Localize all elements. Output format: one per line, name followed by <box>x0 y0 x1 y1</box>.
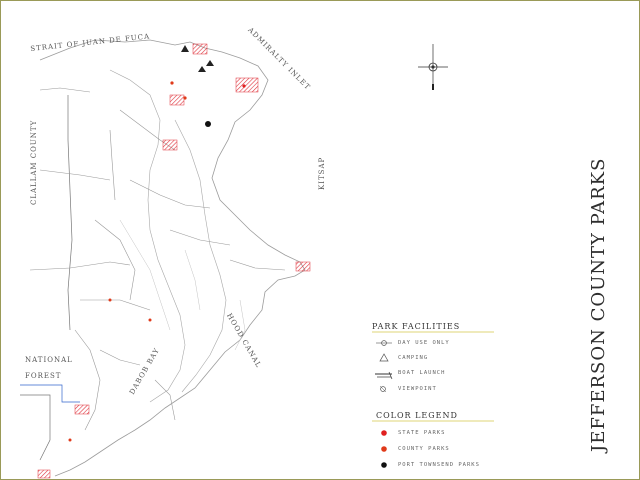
park-area <box>74 404 90 415</box>
county-map <box>20 39 494 479</box>
legend-port-townsend-parks-label: PORT TOWNSEND PARKS <box>398 462 480 468</box>
camping-icon <box>379 353 389 362</box>
legend-facility-icons <box>375 340 393 393</box>
park-area <box>235 77 259 93</box>
camping-icon <box>198 66 206 72</box>
county-park-marker <box>183 96 187 100</box>
port-townsend-park-marker <box>205 121 211 127</box>
park-area <box>169 94 185 106</box>
legend-boat-launch-label: BOAT LAUNCH <box>398 370 446 376</box>
county-park-marker <box>108 298 112 302</box>
park-area <box>192 43 208 55</box>
park-area <box>295 261 311 272</box>
county-parks-dot <box>381 446 387 452</box>
legend-camping-label: CAMPING <box>398 355 429 361</box>
county-park-marker <box>148 318 152 322</box>
county-park-marker <box>170 81 174 85</box>
state-park-marker <box>242 84 246 88</box>
west-boundary <box>67 95 73 331</box>
national-forest-label: NATIONAL FOREST <box>25 352 73 384</box>
map-title: JEFFERSON COUNTY PARKS <box>588 157 609 452</box>
hood-canal-shore <box>174 119 227 393</box>
legend-county-parks-label: COUNTY PARKS <box>398 446 450 452</box>
state-parks-dot <box>381 430 387 436</box>
camping-icon <box>181 45 189 52</box>
camping-icon <box>206 60 214 66</box>
map-page: STRAIT OF JUAN DE FUCA ADMIRALTY INLET C… <box>0 0 640 480</box>
legend-color-dots <box>381 430 387 468</box>
compass-rose-icon <box>418 44 448 90</box>
park-facilities-heading: PARK FACILITIES <box>372 322 461 331</box>
port-townsend-parks-dot <box>381 462 387 468</box>
kitsap-label: KITSAP <box>318 156 326 190</box>
color-legend-heading: COLOR LEGEND <box>376 411 458 420</box>
clallam-label: CLALLAM COUNTY <box>30 119 38 205</box>
inner-shoreline <box>109 69 186 403</box>
park-area <box>37 469 51 479</box>
legend-viewpoint-label: VIEWPOINT <box>398 386 437 392</box>
day-use-icon <box>376 340 392 346</box>
boat-launch-icon <box>375 371 393 380</box>
viewpoint-icon <box>379 385 387 393</box>
legend-state-parks-label: STATE PARKS <box>398 430 446 436</box>
park-area <box>162 139 178 151</box>
south-boundary <box>20 394 51 461</box>
national-forest-text: NATIONAL FOREST <box>25 356 73 380</box>
legend-day-use-label: DAY USE ONLY <box>398 340 450 346</box>
park-areas <box>37 43 311 479</box>
county-park-marker <box>68 438 72 442</box>
